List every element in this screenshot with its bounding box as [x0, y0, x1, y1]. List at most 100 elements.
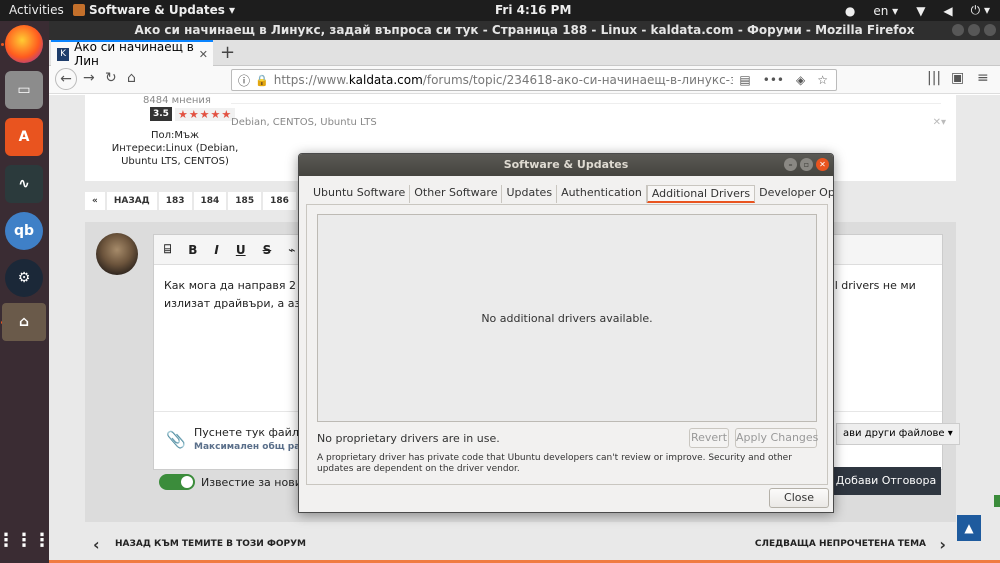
close-icon[interactable]	[984, 24, 996, 36]
dialog-titlebar: Software & Updates – ▫ ✕	[299, 154, 833, 176]
url-protocol: https://www.	[273, 73, 349, 87]
tab-ubuntu-software[interactable]: Ubuntu Software	[309, 185, 411, 203]
italic-icon[interactable]: I	[214, 243, 218, 257]
proprietary-note: A proprietary driver has private code th…	[317, 453, 792, 474]
tab-title: Ако си начинаещ в Лин	[74, 40, 194, 68]
dialog-title: Software & Updates	[503, 158, 629, 171]
volume-icon: ◀	[943, 3, 953, 18]
revert-button[interactable]: Revert	[689, 428, 729, 448]
files-icon[interactable]: ▭	[5, 71, 43, 109]
sidebar-icon[interactable]: ▣	[951, 70, 964, 86]
pager-page[interactable]: 184	[193, 192, 227, 210]
link-icon[interactable]: ⌁	[288, 243, 295, 257]
running-indicator	[1, 43, 4, 46]
firefox-icon[interactable]	[5, 25, 43, 63]
underline-icon[interactable]: U	[236, 243, 246, 257]
ubuntu-dock: ▭ A ∿ qb ⚙ ⌂ ⋮⋮⋮	[0, 21, 51, 563]
pager-page[interactable]: 183	[158, 192, 192, 210]
steam-icon[interactable]: ⚙	[5, 259, 43, 297]
next-unread-link[interactable]: СЛЕДВАЩА НЕПРОЧЕТЕНА ТЕМА	[755, 539, 926, 549]
notify-toggle[interactable]	[159, 474, 195, 490]
submit-reply-button[interactable]: Добави Отговора	[831, 467, 941, 495]
side-indicator	[994, 495, 1000, 507]
user-gender: Пол:Мъж	[150, 130, 200, 141]
browser-tab[interactable]: K Ако си начинаещ в Лин ✕	[51, 40, 213, 68]
back-to-topics-link[interactable]: НАЗАД КЪМ ТЕМИТЕ В ТОЗИ ФОРУМ	[115, 539, 306, 549]
qbittorrent-icon[interactable]: qb	[5, 212, 43, 250]
clock[interactable]: Fri 4:16 PM	[495, 3, 571, 17]
minimize-icon[interactable]: –	[784, 158, 797, 171]
page-actions-icon[interactable]: •••	[763, 73, 784, 87]
navigation-bar: ← → ↻ ⌂ ⓘ 🔒 https://www.kaldata.com/foru…	[49, 66, 1000, 94]
post-count: 8484 мнения	[143, 95, 211, 106]
maximize-icon[interactable]	[968, 24, 980, 36]
software-updates-icon[interactable]: ⌂	[2, 303, 46, 341]
tab-updates[interactable]: Updates	[502, 185, 558, 203]
avatar	[96, 233, 138, 275]
window-title: Ако си начинаещ в Линукс, задай въпроса …	[134, 23, 915, 37]
drivers-list[interactable]: No additional drivers available.	[317, 214, 817, 422]
maximize-icon[interactable]: ▫	[800, 158, 813, 171]
user-interests: Интереси:Linux (Debian, Ubuntu LTS, CENT…	[111, 143, 239, 167]
forward-button[interactable]: →	[83, 70, 95, 86]
close-button[interactable]: Close	[769, 488, 829, 508]
bookmark-star-icon[interactable]: ☆	[817, 73, 828, 87]
pager-page[interactable]: 185	[228, 192, 262, 210]
firefox-titlebar: Ако си начинаещ в Линукс, задай въпроса …	[49, 21, 1000, 40]
new-tab-button[interactable]: +	[220, 42, 235, 63]
back-button[interactable]: ←	[55, 68, 77, 90]
dialog-tabs: Ubuntu Software Other Software Updates A…	[309, 185, 833, 203]
lock-icon[interactable]: 🔒	[255, 74, 269, 87]
pager-first[interactable]: «	[85, 192, 105, 210]
info-icon[interactable]: ⓘ	[238, 72, 250, 89]
hamburger-menu-icon[interactable]: ≡	[977, 70, 989, 86]
language-label: en	[873, 3, 889, 18]
add-other-files-label: ави други файлове	[843, 428, 945, 439]
tab-other-software[interactable]: Other Software	[410, 185, 503, 203]
add-other-files-button[interactable]: ави други файлове ▾	[836, 423, 960, 445]
close-icon[interactable]: ✕	[816, 158, 829, 171]
show-applications-icon[interactable]: ⋮⋮⋮	[0, 521, 51, 559]
bold-icon[interactable]: B	[188, 243, 197, 257]
language-indicator[interactable]: en ▾	[873, 4, 898, 18]
paperclip-icon: 📎	[166, 430, 186, 449]
library-icon[interactable]: |||	[927, 70, 941, 86]
source-icon[interactable]: ⌸	[164, 242, 171, 257]
activities-button[interactable]: Activities	[9, 3, 64, 17]
system-monitor-icon[interactable]: ∿	[5, 165, 43, 203]
strikethrough-icon[interactable]: S	[263, 243, 272, 257]
pagination: « НАЗАД 183 184 185 186 187	[85, 192, 331, 210]
proprietary-status-row: No proprietary drivers are in use. Rever…	[317, 428, 818, 448]
steam-tray-icon[interactable]: ●	[845, 4, 855, 18]
home-button[interactable]: ⌂	[127, 70, 136, 86]
scroll-to-top-button[interactable]: ▲	[957, 515, 981, 541]
editor-line-fragment: al drivers не ми	[828, 279, 916, 292]
tab-authentication[interactable]: Authentication	[557, 185, 647, 203]
topic-navigation: ‹ НАЗАД КЪМ ТЕМИТЕ В ТОЗИ ФОРУМ СЛЕДВАЩА…	[85, 535, 956, 563]
power-icon: ⏻ ▾	[970, 3, 990, 17]
pager-page[interactable]: 186	[263, 192, 296, 210]
url-host: kaldata.com	[348, 73, 423, 87]
reload-button[interactable]: ↻	[105, 70, 117, 86]
chevron-down-icon: ▾	[228, 3, 235, 17]
system-tray[interactable]: ● en ▾ ▼ ◀ ⏻ ▾	[845, 3, 990, 18]
chevron-left-icon[interactable]: ‹	[93, 535, 100, 554]
tab-close-icon[interactable]: ✕	[199, 48, 208, 61]
close-icon[interactable]: ✕▾	[933, 117, 946, 128]
minimize-icon[interactable]	[952, 24, 964, 36]
url-bar[interactable]: ⓘ 🔒 https://www.kaldata.com/forums/topic…	[231, 69, 837, 91]
star-rating-icon: ★★★★★	[174, 107, 236, 121]
signature: Debian, CENTOS, Ubuntu LTS	[231, 117, 377, 128]
software-center-icon[interactable]: A	[5, 118, 43, 156]
tab-additional-drivers[interactable]: Additional Drivers	[646, 185, 756, 203]
additional-drivers-panel: No additional drivers available. No prop…	[306, 204, 828, 485]
tab-developer-options[interactable]: Developer Options	[755, 185, 833, 203]
app-menu[interactable]: Software & Updates ▾	[73, 3, 235, 17]
divider	[231, 103, 941, 104]
pager-prev[interactable]: НАЗАД	[106, 192, 157, 210]
reader-view-icon[interactable]: ▤	[739, 73, 750, 87]
rating-value: 3.5	[150, 107, 172, 121]
apply-changes-button[interactable]: Apply Changes	[735, 428, 818, 448]
pocket-icon[interactable]: ◈	[796, 73, 805, 87]
chevron-right-icon[interactable]: ›	[939, 535, 946, 554]
